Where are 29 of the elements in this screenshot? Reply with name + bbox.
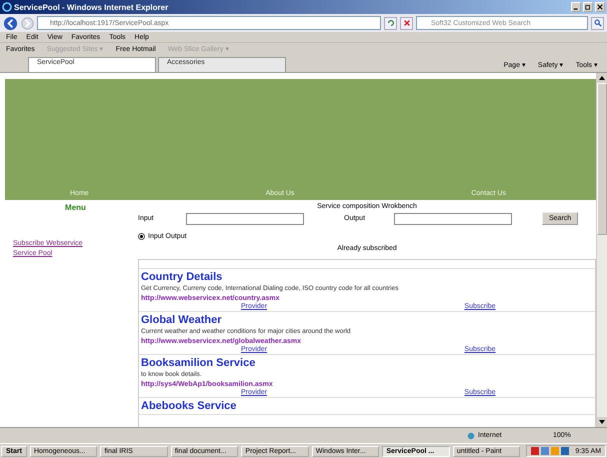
globe-icon: [467, 432, 475, 440]
service-name: Global Weather: [141, 314, 222, 327]
service-name: Country Details: [141, 271, 224, 284]
stop-button[interactable]: [400, 16, 413, 30]
service-name: Abebooks Service: [141, 400, 238, 413]
back-button[interactable]: [3, 16, 18, 30]
window-title: ServicePool - Windows Internet Explorer: [14, 2, 168, 12]
input-field[interactable]: [186, 212, 304, 224]
sidebar-title: Menu: [64, 203, 87, 212]
minimize-button[interactable]: [571, 2, 581, 12]
search-button[interactable]: [591, 16, 604, 30]
tray-icons-drawing: [531, 446, 572, 456]
radio-button[interactable]: [138, 233, 145, 240]
scroll-up-icon[interactable]: [597, 73, 607, 83]
scroll-thumb[interactable]: [597, 83, 607, 235]
refresh-button[interactable]: [384, 16, 397, 30]
stop-icon: [402, 19, 410, 27]
forward-icon: [21, 16, 34, 30]
scroll-down-icon[interactable]: [597, 417, 607, 427]
search-icon: [594, 19, 602, 27]
close-button[interactable]: [595, 2, 605, 12]
browser-logo-icon: [2, 2, 12, 12]
refresh-icon: [386, 19, 394, 27]
restore-button[interactable]: [583, 2, 593, 12]
close-icon: [597, 4, 603, 10]
output-field[interactable]: [394, 212, 512, 224]
service-name: Booksamilion Service: [141, 357, 256, 370]
back-icon: [3, 16, 18, 30]
restore-icon: [585, 4, 591, 10]
